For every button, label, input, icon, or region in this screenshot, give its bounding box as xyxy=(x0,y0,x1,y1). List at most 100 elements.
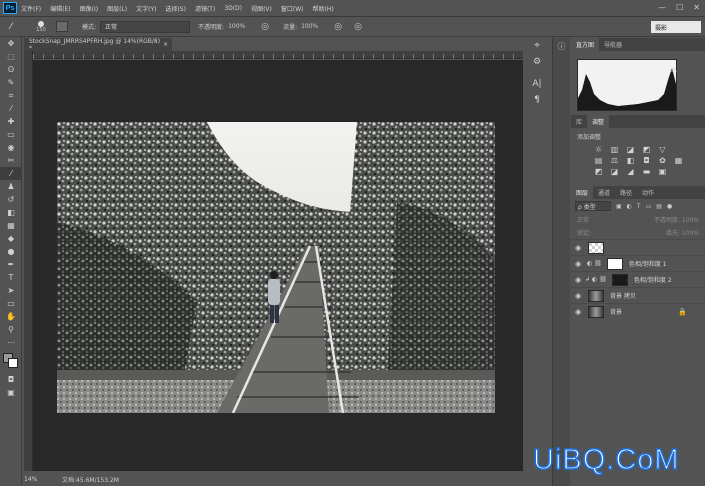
shape-tool-icon[interactable]: ▭ xyxy=(0,297,22,310)
tab-paths[interactable]: 路径 xyxy=(615,186,637,199)
horizontal-ruler[interactable] xyxy=(33,51,523,59)
move-tool-icon[interactable]: ✥ xyxy=(0,37,22,50)
pen-tool-icon[interactable]: ✒ xyxy=(0,258,22,271)
color-lookup-icon[interactable]: ▦ xyxy=(673,156,684,165)
filter-type-icon[interactable]: T xyxy=(637,203,641,210)
pressure-size-icon[interactable]: ◎ xyxy=(354,22,362,32)
layer-row[interactable]: ◉ ◐ ⛓ 色相/饱和度 1 xyxy=(571,255,705,271)
paragraph-panel-icon[interactable]: ¶ xyxy=(527,92,547,108)
marquee-tool-icon[interactable]: ⬚ xyxy=(0,50,22,63)
layer-row[interactable]: ◉ ↲ ◐ ⛓ 色相/饱和度 2 xyxy=(571,271,705,287)
filter-toggle-icon[interactable]: ● xyxy=(667,203,672,210)
zoom-tool-icon[interactable]: ⚲ xyxy=(0,323,22,336)
close-icon[interactable]: ✕ xyxy=(693,3,700,12)
screen-mode-icon[interactable]: ▣ xyxy=(0,386,22,399)
photo-image[interactable] xyxy=(57,122,495,413)
menu-layer[interactable]: 图层(L) xyxy=(107,4,127,13)
gradient-map-icon[interactable]: ▬ xyxy=(641,167,652,176)
quick-select-tool-icon[interactable]: ✎ xyxy=(0,76,22,89)
background-color-swatch[interactable] xyxy=(8,358,18,368)
red-eye-tool-icon[interactable]: ◉ xyxy=(0,141,22,154)
menu-select[interactable]: 选择(S) xyxy=(165,4,186,13)
eraser-tool-icon[interactable]: ◧ xyxy=(0,206,22,219)
minimize-icon[interactable]: — xyxy=(658,3,666,12)
visibility-eye-icon[interactable]: ◉ xyxy=(575,260,585,268)
tab-navigator[interactable]: 导航器 xyxy=(599,38,627,51)
black-white-icon[interactable]: ◧ xyxy=(625,156,636,165)
menu-view[interactable]: 视图(V) xyxy=(251,4,272,13)
tab-libraries[interactable]: 库 xyxy=(571,115,587,128)
history-brush-icon[interactable]: ↺ xyxy=(0,193,22,206)
zoom-level[interactable]: 14% xyxy=(24,476,62,483)
menu-edit[interactable]: 编辑(E) xyxy=(50,4,70,13)
hue-saturation-icon[interactable]: ▤ xyxy=(593,156,604,165)
menu-3d[interactable]: 3D(D) xyxy=(224,5,242,12)
character-panel-icon[interactable]: A| xyxy=(527,76,547,92)
edit-toolbar-icon[interactable]: ⋯ xyxy=(0,336,22,349)
hand-tool-icon[interactable]: ✋ xyxy=(0,310,22,323)
mode-select[interactable]: 正常 xyxy=(100,20,191,33)
info-icon[interactable]: ⓘ xyxy=(553,38,570,54)
posterize-icon[interactable]: ◪ xyxy=(609,167,620,176)
lasso-tool-icon[interactable]: ʘ xyxy=(0,63,22,76)
blend-mode-select[interactable]: 正常 xyxy=(577,215,589,224)
color-balance-icon[interactable]: ⚖ xyxy=(609,156,620,165)
tab-layers[interactable]: 图层 xyxy=(571,186,594,199)
color-swatches[interactable] xyxy=(0,351,22,373)
filter-smart-icon[interactable]: ▤ xyxy=(656,203,662,210)
menu-filter[interactable]: 滤镜(T) xyxy=(195,4,215,13)
menu-type[interactable]: 文字(Y) xyxy=(136,4,156,13)
airbrush-icon[interactable]: ◎ xyxy=(334,22,342,32)
brush-tool-icon[interactable]: ⁄ xyxy=(0,22,22,32)
layer-row[interactable]: ◉ 背景 🔒 xyxy=(571,303,705,319)
layer-name[interactable]: 色相/饱和度 2 xyxy=(634,275,672,284)
workspace-select[interactable]: 摄影 xyxy=(651,21,701,33)
layer-row[interactable]: ◉ xyxy=(571,239,705,255)
visibility-eye-icon[interactable]: ◉ xyxy=(575,292,585,300)
brightness-icon[interactable]: ☼ xyxy=(593,145,604,154)
pressure-opacity-icon[interactable]: ◎ xyxy=(261,22,269,32)
visibility-eye-icon[interactable]: ◉ xyxy=(575,308,585,316)
patch-tool-icon[interactable]: ▭ xyxy=(0,128,22,141)
blur-tool-icon[interactable]: ◆ xyxy=(0,232,22,245)
path-select-tool-icon[interactable]: ➤ xyxy=(0,284,22,297)
canvas-area[interactable] xyxy=(33,60,523,471)
close-tab-icon[interactable]: × xyxy=(163,41,168,48)
tab-adjustments[interactable]: 调整 xyxy=(587,115,610,128)
levels-icon[interactable]: ▥ xyxy=(609,145,620,154)
healing-tool-icon[interactable]: ✚ xyxy=(0,115,22,128)
brush-preset-picker[interactable]: 150 xyxy=(30,20,52,33)
tab-histogram[interactable]: 直方图 xyxy=(571,38,600,51)
crop-tool-icon[interactable]: ⌗ xyxy=(0,89,22,102)
curves-icon[interactable]: ◪ xyxy=(625,145,636,154)
layer-name[interactable]: 背景 拷贝 xyxy=(610,291,636,300)
quick-mask-icon[interactable]: ◘ xyxy=(0,373,22,386)
brush-tool-icon[interactable]: ⁄ xyxy=(0,167,22,180)
vertical-ruler[interactable] xyxy=(24,51,33,471)
settings-icon[interactable]: ⚙ xyxy=(527,54,547,70)
gradient-tool-icon[interactable]: ▦ xyxy=(0,219,22,232)
selective-color-icon[interactable]: ▣ xyxy=(657,167,668,176)
layer-fill[interactable]: 填充: 100% xyxy=(666,228,699,237)
filter-adjust-icon[interactable]: ◐ xyxy=(627,203,632,210)
menu-help[interactable]: 帮助(H) xyxy=(313,4,334,13)
document-tab[interactable]: StockSnap_JMRRS4PFRH.jpg @ 14%(RGB/8) * … xyxy=(24,38,172,52)
photo-filter-icon[interactable]: ◘ xyxy=(641,156,652,165)
opacity-value[interactable]: 100% xyxy=(228,23,245,30)
dodge-tool-icon[interactable]: ● xyxy=(0,245,22,258)
type-tool-icon[interactable]: T xyxy=(0,271,22,284)
eyedropper-tool-icon[interactable]: ⁄ xyxy=(0,102,22,115)
tab-actions[interactable]: 动作 xyxy=(637,186,659,199)
scissors-icon[interactable]: ✂ xyxy=(0,154,22,167)
channel-mixer-icon[interactable]: ✿ xyxy=(657,156,668,165)
exposure-icon[interactable]: ◩ xyxy=(641,145,652,154)
visibility-eye-icon[interactable]: ◉ xyxy=(575,244,585,252)
filter-pixel-icon[interactable]: ▣ xyxy=(616,203,622,210)
maximize-icon[interactable]: ☐ xyxy=(676,3,683,12)
layer-kind-filter[interactable]: ρ 类型 xyxy=(575,201,611,211)
visibility-eye-icon[interactable]: ◉ xyxy=(575,276,585,284)
tab-channels[interactable]: 通道 xyxy=(593,186,615,199)
brush-panel-icon[interactable] xyxy=(56,21,68,32)
layer-name[interactable]: 色相/饱和度 1 xyxy=(629,259,667,268)
threshold-icon[interactable]: ◢ xyxy=(625,167,636,176)
